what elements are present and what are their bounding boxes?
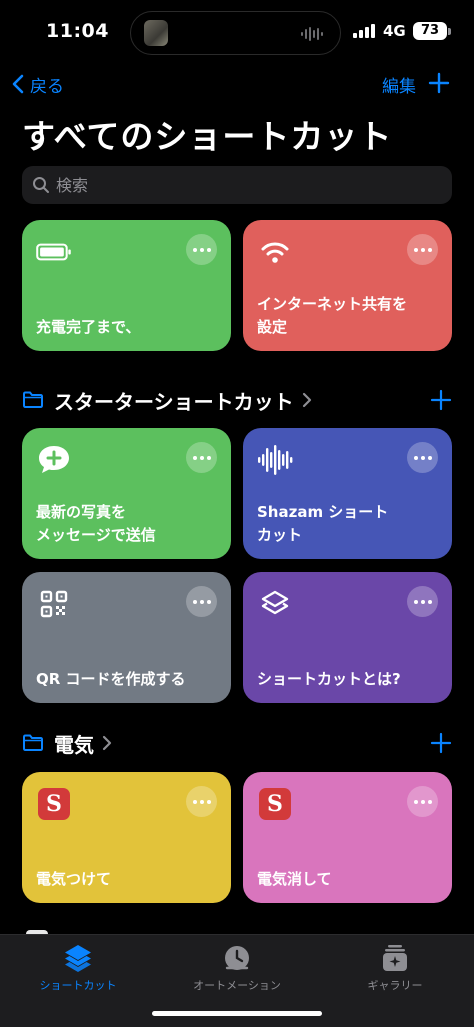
chevron-right-icon [102,735,112,751]
shortcut-label: 電気つけて [36,870,112,888]
page-title: すべてのショートカット [22,117,393,156]
status-time: 11:04 [46,20,109,42]
tab-label: オートメーション [193,979,281,992]
dynamic-island[interactable] [130,11,341,55]
chevron-left-icon [12,74,24,94]
shortcut-card-hotspot[interactable]: インターネット共有を 設定 [243,220,452,351]
more-button[interactable] [407,234,438,265]
wifi-icon [257,234,293,270]
tab-gallery[interactable]: ギャラリー [330,943,460,993]
more-button[interactable] [186,442,217,473]
more-button[interactable] [407,442,438,473]
shortcut-label: インターネット共有を 設定 [257,295,408,336]
clock-check-icon [225,946,249,970]
s-badge: S [259,788,291,820]
shortcut-card-charge[interactable]: 充電完了まで、 [22,220,231,351]
audio-waveform-icon [301,27,323,41]
more-button[interactable] [407,786,438,817]
status-bar: 11:04 4G 73 [0,0,474,62]
shortcut-label: QR コードを作成する [36,670,186,688]
shortcut-label: ショートカットとは? [257,670,401,688]
add-icon[interactable] [430,732,452,754]
message-plus-icon [36,442,72,478]
add-icon[interactable] [427,71,451,95]
more-button[interactable] [186,234,217,265]
more-button[interactable] [186,586,217,617]
back-label: 戻る [30,76,64,97]
edit-button[interactable]: 編集 [382,72,416,97]
shortcut-label: 電気消して [257,870,332,888]
folder-name: 電気 [54,732,94,757]
s-badge: S [38,788,70,820]
home-indicator [152,1011,322,1016]
folder-header-starter[interactable]: スターターショートカット [22,385,312,415]
shortcut-card-lights-on[interactable]: S 電気つけて [22,772,231,903]
shortcut-card-about[interactable]: ショートカットとは? [243,572,452,703]
shortcuts-layers-icon [65,945,91,972]
now-playing-artwork [144,20,168,46]
shortcut-label: Shazam ショート カット [257,503,389,544]
folder-header-electricity[interactable]: 電気 [22,728,112,758]
add-icon[interactable] [430,389,452,411]
network-type: 4G [383,22,406,40]
more-button[interactable] [186,786,217,817]
s-app-icon: S [257,786,293,822]
battery-icon [36,234,72,270]
shortcuts-layers-icon [257,586,293,622]
search-bar[interactable] [22,166,452,204]
shortcut-card-lights-off[interactable]: S 電気消して [243,772,452,903]
shortcut-label: 充電完了まで、 [36,318,141,336]
battery-level: 73 [420,23,440,38]
tab-label: ギャラリー [367,979,423,992]
shortcut-label: 最新の写真を メッセージで送信 [36,503,156,544]
search-input[interactable] [56,175,436,195]
qr-code-icon [36,586,72,622]
waveform-icon [257,442,293,478]
chevron-right-icon [302,392,311,408]
cellular-signal-icon [353,24,375,38]
s-app-icon: S [36,786,72,822]
folder-icon [23,391,43,408]
tab-label: ショートカット [39,979,117,992]
shortcut-card-qr[interactable]: QR コードを作成する [22,572,231,703]
shortcut-card-send-photo[interactable]: 最新の写真を メッセージで送信 [22,428,231,559]
more-button[interactable] [407,586,438,617]
tab-shortcuts[interactable]: ショートカット [13,943,143,993]
battery-tip [448,28,451,35]
shortcut-card-shazam[interactable]: Shazam ショート カット [243,428,452,559]
search-icon [33,177,49,193]
folder-icon [23,734,43,751]
gallery-icon [383,945,407,971]
back-button[interactable]: 戻る [12,70,64,98]
folder-name: スターターショートカット [54,389,294,414]
tab-automation[interactable]: オートメーション [172,943,302,993]
battery-icon: 73 [413,22,447,40]
